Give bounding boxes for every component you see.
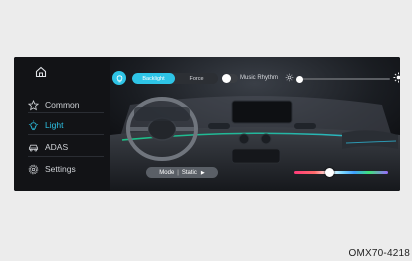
sidebar-item-label: Common [45,100,80,110]
sidebar-item-light[interactable]: Light [28,115,110,135]
music-rhythm-toggle[interactable] [222,74,238,83]
brightness-high-icon [393,72,400,83]
sidebar-item-label: Settings [45,164,76,174]
sidebar-item-adas[interactable]: ADAS [28,137,110,157]
divider [28,112,104,113]
brightness-slider-thumb[interactable] [296,75,304,83]
light-bulb-icon [28,119,39,130]
sidebar-item-settings[interactable]: Settings [28,159,110,179]
music-rhythm-label: Music Rhythm [240,75,279,81]
light-panel: Backlight Force Music Rhythm Mode | Stat… [110,57,400,191]
sidebar-item-label: Light [45,120,64,130]
gear-icon [28,164,39,174]
light-bulb-icon [116,74,122,82]
mode-label: Mode [159,169,175,176]
mode-dropdown[interactable]: Mode | Static ▶ [146,167,218,178]
light-power-button[interactable] [112,71,126,85]
force-tab[interactable]: Force [175,73,218,84]
home-icon[interactable] [35,66,47,78]
infotainment-screen: Common Light ADAS Settings Backlight For… [14,57,400,191]
mode-separator: | [177,169,179,176]
backlight-tab[interactable]: Backlight [132,73,175,84]
divider [28,134,104,135]
sidebar: Common Light ADAS Settings [14,57,111,191]
brightness-low-icon [285,73,294,82]
divider [28,156,104,157]
mode-value: Static [181,169,197,176]
chevron-right-icon: ▶ [200,169,205,176]
backlight-mode-segmented-control: Backlight Force [132,73,218,84]
brightness-slider[interactable] [296,75,390,83]
star-icon [28,99,39,110]
figure-code: OMX70-4218 [348,248,410,259]
sidebar-item-label: ADAS [45,142,69,152]
color-slider[interactable] [294,168,388,177]
toggle-knob [222,74,231,83]
car-icon [28,144,39,151]
